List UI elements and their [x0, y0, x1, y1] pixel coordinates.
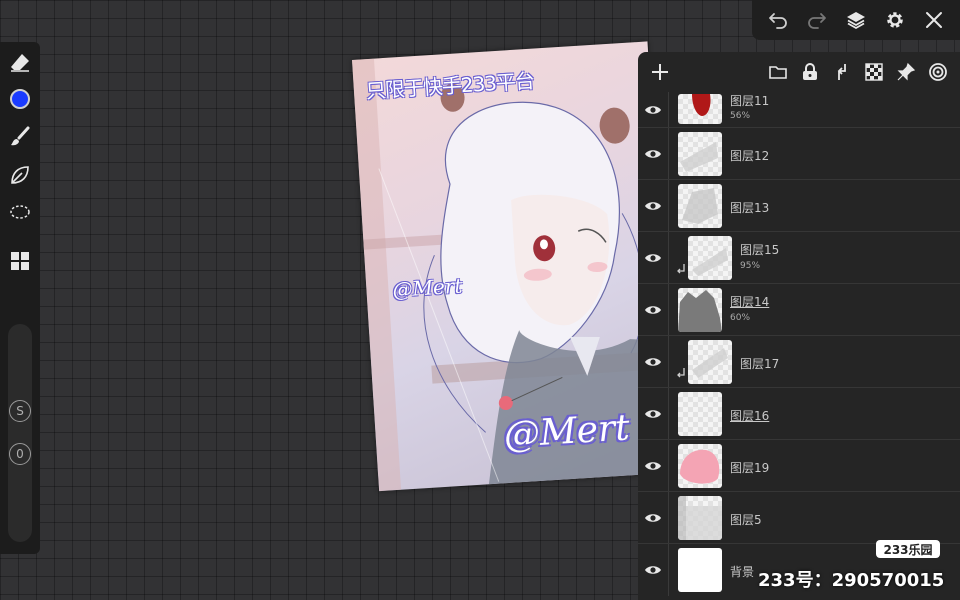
eye-icon[interactable]	[638, 512, 668, 524]
eye-icon[interactable]	[638, 148, 668, 160]
eye-icon[interactable]	[638, 304, 668, 316]
eye-icon[interactable]	[638, 200, 668, 212]
layer-thumbnail	[688, 235, 732, 280]
layer-opacity: 56%	[730, 111, 751, 121]
layer-opacity: 60%	[730, 313, 751, 323]
layer-row[interactable]: 图层11 56%	[638, 92, 960, 128]
layer-thumbnail	[678, 183, 722, 228]
canvas-artwork[interactable]: 只限于快手233平台 @Mert @Mert	[352, 41, 675, 492]
layer-name: 背景	[730, 565, 755, 579]
layer-row[interactable]: 图层12	[638, 128, 960, 180]
lock-icon[interactable]	[794, 56, 826, 88]
size-button[interactable]: S	[9, 400, 31, 422]
left-toolbar: S 0	[0, 42, 40, 554]
opacity-button[interactable]: 0	[9, 443, 31, 465]
layer-thumbnail	[688, 339, 732, 384]
layer-name: 图层16	[730, 409, 770, 423]
layer-name: 图层5	[730, 513, 762, 527]
undo-icon[interactable]	[764, 6, 792, 34]
current-color-swatch[interactable]	[10, 89, 30, 109]
layers-panel: 图层11 56% 图层12 图层13 图层15 95% 图层14 60% 图层1…	[638, 52, 960, 600]
layer-name: 图层11	[730, 94, 770, 108]
eye-icon[interactable]	[638, 564, 668, 576]
add-layer-icon[interactable]	[644, 56, 676, 88]
color-picker[interactable]	[8, 87, 32, 111]
artwork-watermark-small: @Mert	[391, 273, 464, 302]
leaf-smudge-icon[interactable]	[8, 163, 32, 187]
pin-icon[interactable]	[890, 56, 922, 88]
layer-name: 图层12	[730, 149, 770, 163]
lasso-icon[interactable]	[8, 201, 32, 225]
layer-thumbnail	[678, 443, 722, 488]
layer-thumbnail	[678, 495, 722, 540]
layer-opacity: 95%	[740, 261, 761, 271]
eye-icon[interactable]	[638, 252, 668, 264]
badge-233: 233乐园	[876, 540, 940, 558]
layer-thumbnail	[678, 94, 722, 124]
brush-icon[interactable]	[8, 125, 32, 149]
eye-icon[interactable]	[638, 356, 668, 368]
eye-icon[interactable]	[638, 408, 668, 420]
folder-icon[interactable]	[762, 56, 794, 88]
settings-icon[interactable]	[881, 6, 909, 34]
eraser-icon[interactable]	[8, 50, 32, 74]
layer-list: 图层11 56% 图层12 图层13 图层15 95% 图层14 60% 图层1…	[638, 92, 960, 596]
id-label: 233号：290570015	[758, 570, 945, 591]
layer-name: 图层15	[740, 243, 780, 257]
layers-icon[interactable]	[842, 6, 870, 34]
close-icon[interactable]	[920, 6, 948, 34]
clip-arrow-icon	[676, 364, 686, 383]
layer-row[interactable]: 图层13	[638, 180, 960, 232]
layer-row[interactable]: 图层14 60%	[638, 284, 960, 336]
layer-name: 图层13	[730, 201, 770, 215]
clip-arrow-icon	[676, 260, 686, 279]
transparency-icon[interactable]	[858, 56, 890, 88]
target-icon[interactable]	[922, 56, 954, 88]
eye-icon[interactable]	[638, 460, 668, 472]
layer-name: 图层19	[730, 461, 770, 475]
layer-thumbnail	[678, 548, 722, 592]
artwork-watermark-large: @Mert	[502, 407, 631, 457]
layer-row[interactable]: 图层5	[638, 492, 960, 544]
top-toolbar	[752, 0, 960, 40]
layer-name: 图层14	[730, 295, 770, 309]
layer-thumbnail	[678, 391, 722, 436]
grid-icon[interactable]	[8, 249, 32, 273]
layer-thumbnail	[678, 287, 722, 332]
merge-down-icon[interactable]	[826, 56, 858, 88]
layer-name: 图层17	[740, 357, 780, 371]
redo-icon[interactable]	[803, 6, 831, 34]
layer-row[interactable]: 图层19	[638, 440, 960, 492]
layer-row[interactable]: 图层15 95%	[638, 232, 960, 284]
layer-thumbnail	[678, 131, 722, 176]
eye-icon[interactable]	[638, 104, 668, 116]
layers-toolbar	[638, 52, 960, 92]
layer-row[interactable]: 图层16	[638, 388, 960, 440]
brush-size-slider[interactable]	[8, 324, 32, 542]
layer-row[interactable]: 图层17	[638, 336, 960, 388]
